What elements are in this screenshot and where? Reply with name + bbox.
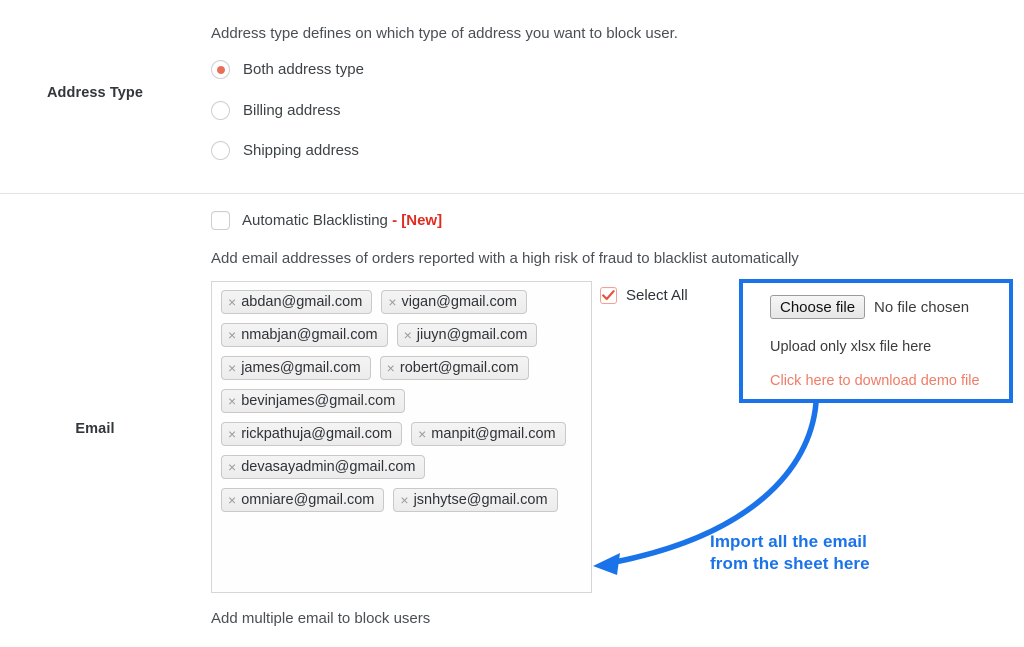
annotation-line-1: Import all the email (710, 532, 867, 551)
email-helper-text: Add email addresses of orders reported w… (211, 250, 799, 267)
radio-option-both-address-type[interactable]: Both address type (211, 60, 364, 79)
email-tag-label: vigan@gmail.com (401, 293, 517, 310)
remove-tag-icon[interactable]: × (418, 427, 426, 441)
email-tag[interactable]: × rickpathuja@gmail.com (221, 422, 403, 446)
remove-tag-icon[interactable]: × (400, 493, 408, 507)
upload-format-note: Upload only xlsx file here (770, 339, 932, 355)
email-tag-label: omniare@gmail.com (241, 491, 375, 508)
radio-icon-shipping-address[interactable] (211, 141, 230, 160)
automatic-blacklisting-checkbox[interactable] (211, 211, 230, 230)
annotation-line-2: from the sheet here (710, 554, 870, 574)
email-tag[interactable]: × manpit@gmail.com (411, 422, 566, 446)
download-demo-file-link[interactable]: Click here to download demo file (770, 373, 995, 389)
automatic-blacklisting-label: Automatic Blacklisting - [New] (242, 212, 442, 229)
remove-tag-icon[interactable]: × (228, 394, 236, 408)
email-tag-label: nmabjan@gmail.com (241, 326, 378, 343)
email-tag[interactable]: × vigan@gmail.com (381, 290, 527, 314)
email-tag-label: bevinjames@gmail.com (241, 392, 396, 409)
remove-tag-icon[interactable]: × (228, 361, 236, 375)
address-type-helper-text: Address type defines on which type of ad… (211, 25, 678, 42)
annotation-text: Import all the email from the sheet here (710, 531, 870, 575)
upload-panel: Choose file No file chosen Upload only x… (739, 279, 1013, 403)
radio-label-shipping-address: Shipping address (243, 142, 359, 159)
remove-tag-icon[interactable]: × (228, 427, 236, 441)
select-all-checkbox[interactable] (600, 287, 617, 304)
email-tag[interactable]: × jiuyn@gmail.com (396, 323, 538, 347)
automatic-blacklisting-text: Automatic Blacklisting (242, 212, 388, 229)
radio-option-billing-address[interactable]: Billing address (211, 101, 341, 120)
email-bottom-note: Add multiple email to block users (211, 610, 431, 627)
email-tag-label: robert@gmail.com (399, 359, 519, 376)
automatic-blacklisting-checkbox-row[interactable]: Automatic Blacklisting - [New] (211, 211, 442, 230)
email-tag-label: jsnhytse@gmail.com (413, 491, 548, 508)
email-tag-label: jiuyn@gmail.com (416, 326, 528, 343)
address-type-label: Address Type (46, 85, 144, 101)
email-tag[interactable]: × james@gmail.com (221, 356, 371, 380)
check-icon (602, 290, 615, 301)
new-badge: [New] (401, 212, 443, 229)
email-tag[interactable]: × devasayadmin@gmail.com (221, 455, 426, 479)
remove-tag-icon[interactable]: × (228, 295, 236, 309)
select-all-row[interactable]: Select All (600, 287, 688, 304)
remove-tag-icon[interactable]: × (404, 328, 412, 342)
email-tag[interactable]: × jsnhytse@gmail.com (393, 488, 558, 512)
radio-dot-icon (216, 65, 225, 74)
settings-page: Address Type Address type defines on whi… (0, 0, 1024, 647)
email-tag-label: manpit@gmail.com (431, 425, 556, 442)
choose-file-button[interactable]: Choose file (770, 295, 866, 319)
select-all-label: Select All (626, 287, 688, 304)
email-tags-container[interactable]: × abdan@gmail.com × vigan@gmail.com × nmabjan… (211, 281, 592, 593)
radio-icon-both-address-type[interactable] (211, 60, 230, 79)
address-type-section: Address Type Address type defines on whi… (0, 0, 1024, 193)
file-chosen-status: No file chosen (874, 298, 970, 316)
email-tag[interactable]: × omniare@gmail.com (221, 488, 385, 512)
remove-tag-icon[interactable]: × (228, 328, 236, 342)
email-tag-label: abdan@gmail.com (241, 293, 363, 310)
file-input-row[interactable]: Choose file No file chosen (770, 295, 995, 319)
email-tag[interactable]: × robert@gmail.com (379, 356, 529, 380)
email-tag[interactable]: × bevinjames@gmail.com (221, 389, 406, 413)
email-tags-list: × abdan@gmail.com × vigan@gmail.com × nmabjan… (221, 290, 582, 521)
radio-icon-billing-address[interactable] (211, 101, 230, 120)
email-label: Email (75, 421, 115, 437)
email-tag-label: rickpathuja@gmail.com (241, 425, 393, 442)
remove-tag-icon[interactable]: × (228, 493, 236, 507)
radio-option-shipping-address[interactable]: Shipping address (211, 141, 359, 160)
remove-tag-icon[interactable]: × (387, 361, 395, 375)
email-tag-label: james@gmail.com (241, 359, 361, 376)
email-tag[interactable]: × nmabjan@gmail.com (221, 323, 388, 347)
radio-label-both-address-type: Both address type (243, 61, 364, 78)
automatic-blacklisting-separator: - (392, 212, 398, 229)
remove-tag-icon[interactable]: × (228, 460, 236, 474)
remove-tag-icon[interactable]: × (388, 295, 396, 309)
email-tag-label: devasayadmin@gmail.com (241, 458, 416, 475)
email-tag[interactable]: × abdan@gmail.com (221, 290, 373, 314)
radio-label-billing-address: Billing address (243, 102, 341, 119)
